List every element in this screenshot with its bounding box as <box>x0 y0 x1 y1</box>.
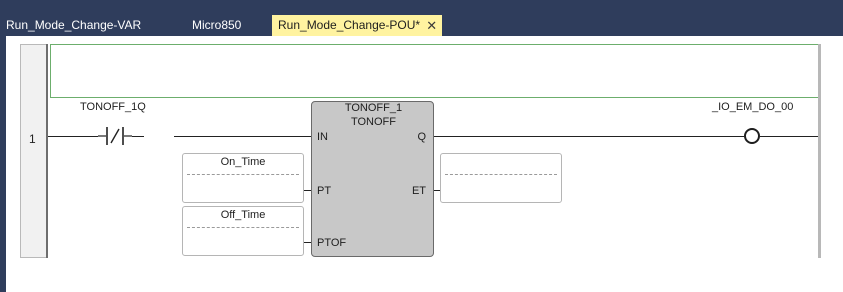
divider <box>187 174 299 175</box>
et-variable-box[interactable] <box>440 153 562 203</box>
ladder-editor-window: Run_Mode_Change-VAR Micro850 Run_Mode_Ch… <box>0 0 843 292</box>
tab-run-mode-change-pou[interactable]: Run_Mode_Change-POU* ✕ <box>272 15 443 36</box>
rung-comment-box[interactable] <box>50 44 819 98</box>
coil-variable-label[interactable]: _IO_EM_DO_00 <box>712 101 793 113</box>
pin-q: Q <box>417 131 426 143</box>
ptof-variable-name: Off_Time <box>220 209 266 221</box>
tonoff-function-block[interactable]: TONOFF_1 TONOFF IN PT PTOF Q ET <box>311 101 434 257</box>
pin-et: ET <box>411 185 426 197</box>
rung-wire <box>760 136 818 137</box>
rung-gutter[interactable] <box>20 44 47 258</box>
divider <box>187 227 299 228</box>
rung-wire <box>48 136 98 137</box>
normally-closed-contact-icon[interactable] <box>98 126 132 146</box>
block-type-name: TONOFF <box>350 116 396 128</box>
pin-stub-pt <box>303 190 311 191</box>
tab-label: Run_Mode_Change-POU* <box>278 18 421 32</box>
rung-number: 1 <box>29 132 36 146</box>
pin-pt: PT <box>317 185 332 197</box>
close-icon[interactable]: ✕ <box>426 15 437 36</box>
coil-icon[interactable] <box>744 128 760 144</box>
rung-wire <box>132 136 144 137</box>
pin-stub-ptof <box>303 242 311 243</box>
pin-in: IN <box>317 131 328 143</box>
pt-variable-box[interactable]: On_Time <box>182 153 304 203</box>
contact-variable-label[interactable]: TONOFF_1Q <box>80 101 146 113</box>
divider <box>445 174 557 175</box>
tab-run-mode-change-var[interactable]: Run_Mode_Change-VAR <box>0 15 147 36</box>
et-variable-name <box>441 154 561 174</box>
rung-wire <box>174 136 311 137</box>
right-power-rail <box>818 44 821 258</box>
tab-micro850[interactable]: Micro850 <box>186 15 247 36</box>
ptof-variable-box[interactable]: Off_Time <box>182 206 304 256</box>
left-power-rail <box>46 44 48 258</box>
editor-left-border <box>0 36 6 292</box>
pin-ptof: PTOF <box>317 237 347 249</box>
block-instance-name: TONOFF_1 <box>344 102 403 114</box>
document-tab-bar: Run_Mode_Change-VAR Micro850 Run_Mode_Ch… <box>0 0 843 36</box>
rung-wire <box>434 136 744 137</box>
pt-variable-name: On_Time <box>220 156 266 168</box>
